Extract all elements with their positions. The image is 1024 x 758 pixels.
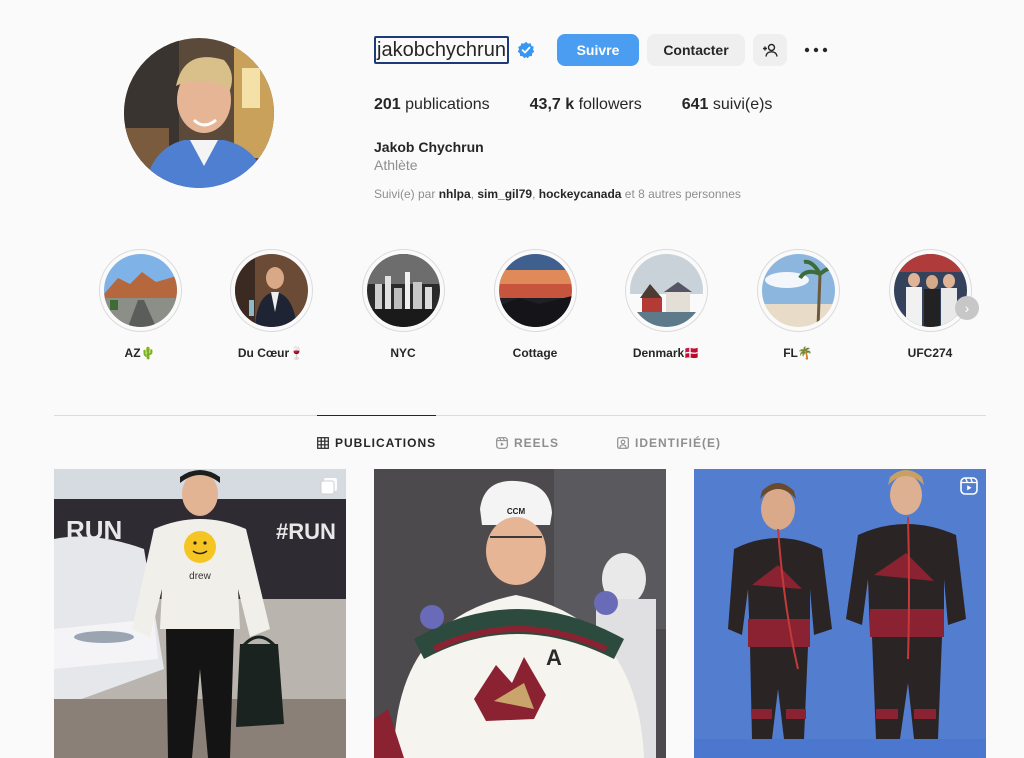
highlight-denmark[interactable]: Denmark🇩🇰 — [616, 249, 716, 360]
contact-button[interactable]: Contacter — [647, 34, 745, 66]
highlight-az[interactable]: AZ🌵 — [90, 249, 190, 360]
highlight-label: Du Cœur🍷 — [237, 346, 305, 360]
highlight-ring — [98, 249, 182, 332]
reels-icon — [960, 477, 978, 495]
highlight-label: Denmark🇩🇰 — [632, 346, 700, 360]
reels-icon — [496, 437, 508, 449]
profile-stats: 201 publications 43,7 k followers 641 su… — [374, 96, 812, 114]
full-name: Jakob Chychrun — [374, 139, 484, 155]
highlight-cover — [498, 254, 572, 327]
tabs-divider — [54, 415, 986, 416]
suggested-users-button[interactable] — [753, 34, 787, 66]
highlight-cover — [103, 254, 177, 327]
followed-by-prefix: Suivi(e) par — [374, 187, 439, 201]
highlight-ring — [229, 249, 313, 332]
profile-category: Athlète — [374, 157, 418, 173]
followed-by-separator: , — [532, 187, 539, 201]
following-count[interactable]: 641 suivi(e)s — [682, 96, 773, 114]
highlights-next-button[interactable]: › — [955, 296, 979, 320]
highlight-label: FL🌴 — [783, 346, 813, 360]
highlight-label: AZ🌵 — [124, 346, 156, 360]
post-thumbnail[interactable]: RUN #RUN drew — [54, 469, 346, 758]
highlight-ring — [756, 249, 840, 332]
followed-by-user[interactable]: nhlpa — [439, 187, 471, 201]
following-count-label: suivi(e)s — [708, 96, 773, 113]
post-thumbnail[interactable] — [694, 469, 986, 758]
post-thumbnail[interactable]: CCM A — [374, 469, 666, 758]
followed-by-suffix: et 8 autres personnes — [621, 187, 741, 201]
followers-count-label: followers — [574, 96, 642, 113]
highlight-ring — [361, 249, 445, 332]
highlight-label: UFC274 — [907, 346, 953, 360]
more-options-button[interactable] — [800, 34, 832, 66]
username-row: jakobchychrun — [374, 34, 535, 66]
followed-by-user[interactable]: hockeycanada — [539, 187, 622, 201]
highlight-cottage[interactable]: Cottage — [485, 249, 585, 360]
highlight-nyc[interactable]: NYC — [353, 249, 453, 360]
tab-tagged[interactable]: IDENTIFIÉ(E) — [617, 436, 721, 450]
highlight-ring — [624, 249, 708, 332]
active-tab-indicator — [317, 415, 436, 416]
highlight-cover — [893, 254, 967, 327]
highlight-label: NYC — [390, 346, 416, 360]
highlight-cover — [761, 254, 835, 327]
svg-text:CCM: CCM — [507, 507, 526, 516]
highlight-cover — [366, 254, 440, 327]
tab-label: IDENTIFIÉ(E) — [635, 436, 721, 450]
more-horizontal-icon — [804, 47, 828, 53]
highlight-fl[interactable]: FL🌴 — [748, 249, 848, 360]
posts-count-value: 201 — [374, 96, 401, 113]
highlight-cover — [234, 254, 308, 327]
posts-count-label: publications — [400, 96, 490, 113]
follow-button[interactable]: Suivre — [557, 34, 639, 66]
grid-icon — [317, 437, 329, 449]
following-count-value: 641 — [681, 96, 709, 113]
verified-badge-icon — [517, 41, 535, 59]
tab-label: PUBLICATIONS — [335, 436, 437, 450]
carousel-icon — [320, 477, 338, 495]
chevron-right-icon: › — [964, 300, 970, 316]
jersey-letter: A — [546, 645, 562, 670]
followed-by-user[interactable]: sim_gil79 — [477, 187, 532, 201]
svg-text:#RUN: #RUN — [276, 519, 336, 544]
person-plus-icon — [763, 43, 778, 57]
tagged-icon — [617, 437, 629, 449]
posts-count: 201 publications — [374, 96, 490, 114]
tab-publications[interactable]: PUBLICATIONS — [317, 436, 436, 450]
profile-avatar[interactable] — [124, 38, 274, 188]
highlight-ring — [888, 249, 972, 332]
tab-reels[interactable]: REELS — [496, 436, 559, 450]
highlight-label: Cottage — [512, 346, 558, 360]
followers-count[interactable]: 43,7 k followers — [530, 96, 642, 114]
highlight-cover — [629, 254, 703, 327]
highlight-ring — [493, 249, 577, 332]
highlight-du-coeur[interactable]: Du Cœur🍷 — [221, 249, 321, 360]
tab-label: REELS — [514, 436, 560, 450]
shirt-text: drew — [189, 571, 211, 582]
followers-count-value: 43,7 k — [529, 96, 575, 113]
followed-by-text[interactable]: Suivi(e) par nhlpa, sim_gil79, hockeycan… — [374, 187, 741, 201]
username: jakobchychrun — [374, 36, 509, 64]
